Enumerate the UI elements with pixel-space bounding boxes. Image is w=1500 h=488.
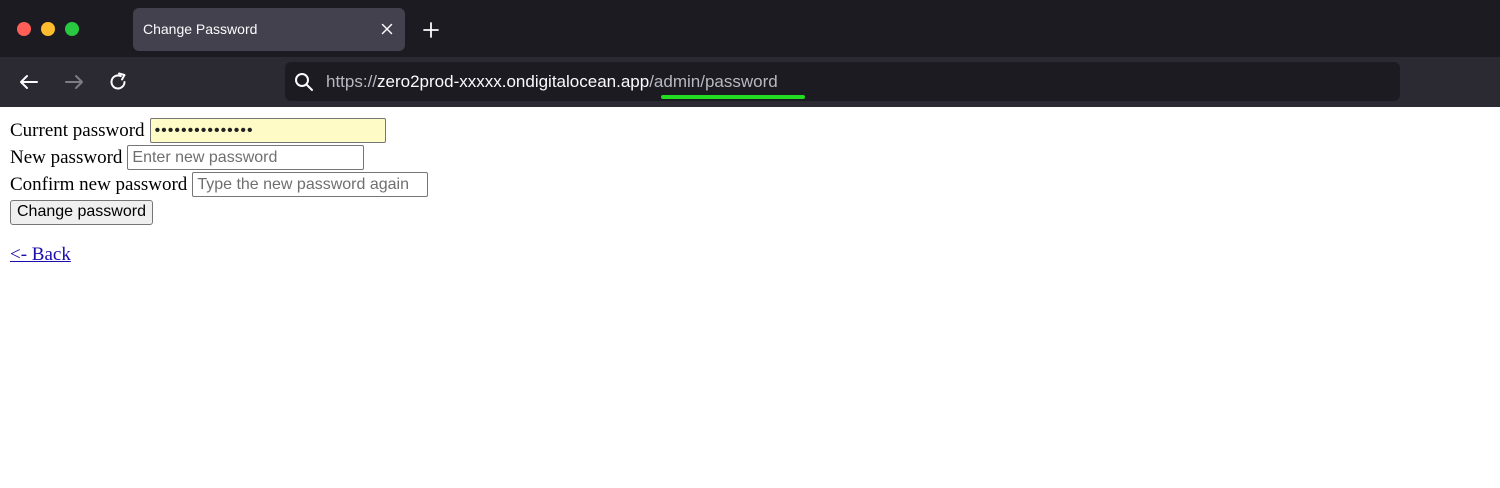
new-password-label: New password <box>10 146 123 168</box>
browser-chrome: Change Password https://zero2prod-xxxxx.… <box>0 0 1500 107</box>
change-password-button[interactable]: Change password <box>10 199 153 225</box>
tab-title: Change Password <box>143 21 258 37</box>
current-password-field[interactable] <box>149 118 386 143</box>
submit-row: Change password <box>10 198 1490 225</box>
change-password-form: Current password New password Confirm ne… <box>10 117 1490 225</box>
arrow-left-icon[interactable] <box>16 69 42 95</box>
confirm-password-field[interactable] <box>192 172 429 197</box>
window-maximize-button[interactable] <box>65 22 79 36</box>
window-close-button[interactable] <box>17 22 31 36</box>
tab-change-password[interactable]: Change Password <box>133 8 405 51</box>
close-icon[interactable] <box>375 17 399 41</box>
new-password-field[interactable] <box>127 145 365 170</box>
window-minimize-button[interactable] <box>41 22 55 36</box>
arrow-right-icon[interactable] <box>61 69 87 95</box>
back-link[interactable]: <- Back <box>10 244 71 266</box>
confirm-password-label: Confirm new password <box>10 173 188 195</box>
address-bar[interactable]: https://zero2prod-xxxxx.ondigitalocean.a… <box>285 62 1400 101</box>
new-password-row: New password <box>10 144 1490 171</box>
url-scheme: https:// <box>326 72 378 91</box>
url-path-highlight <box>661 95 805 99</box>
nav-toolbar: https://zero2prod-xxxxx.ondigitalocean.a… <box>0 57 1500 107</box>
current-password-row: Current password <box>10 117 1490 144</box>
tab-strip: Change Password <box>0 0 1500 57</box>
url-text[interactable]: https://zero2prod-xxxxx.ondigitalocean.a… <box>326 72 778 92</box>
confirm-password-row: Confirm new password <box>10 171 1490 198</box>
search-icon <box>294 72 314 92</box>
url-path: /admin/password <box>649 72 778 91</box>
current-password-label: Current password <box>10 119 145 141</box>
plus-icon[interactable] <box>419 18 443 42</box>
reload-icon[interactable] <box>105 69 131 95</box>
url-host: zero2prod-xxxxx.ondigitalocean.app <box>377 72 650 91</box>
page-content: Current password New password Confirm ne… <box>10 117 1490 266</box>
